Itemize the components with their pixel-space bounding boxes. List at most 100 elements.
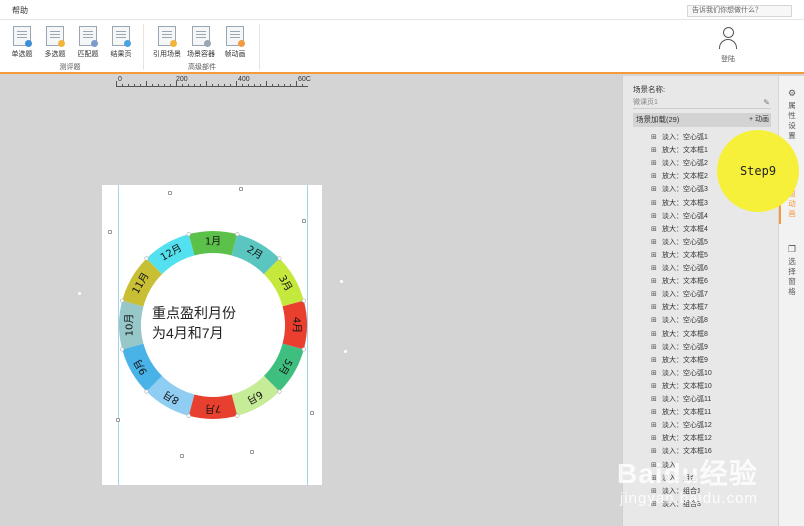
scene-container-button[interactable]: 场景容器	[186, 26, 216, 59]
selection-handle[interactable]	[116, 418, 120, 422]
scene-name-input[interactable]: 微课页1	[633, 97, 771, 109]
animation-type-icon: ⊞	[651, 343, 657, 351]
animation-item-label: 放大：文本框7	[662, 304, 708, 312]
animation-item[interactable]: ⊞ 淡入：空心弧8	[651, 314, 708, 327]
ribbon-divider	[143, 24, 144, 70]
menu-help[interactable]: 帮助	[12, 5, 28, 16]
animation-type-icon: ⊞	[651, 435, 657, 443]
animation-item[interactable]: ⊞ 放大：文本框8	[651, 328, 708, 341]
animation-item[interactable]: ⊞ 淡入：空心弧10	[651, 367, 712, 380]
selection-handle[interactable]	[168, 191, 172, 195]
animation-type-icon: ⊞	[651, 330, 657, 338]
animation-item[interactable]: ⊞ 淡入：空心弧11	[651, 393, 711, 406]
gear-icon: ⚙	[787, 88, 797, 98]
animation-list-header[interactable]: 场景加载(29) + 动画	[633, 113, 771, 127]
ribbon-divider	[259, 24, 260, 70]
animation-item-label: 放大：文本框1	[662, 147, 708, 155]
animation-item[interactable]: ⊞ 淡入：空心弧3	[651, 183, 708, 196]
result-page-button[interactable]: 结果页	[106, 26, 136, 59]
user-icon	[717, 26, 739, 50]
animation-item-label: 放大：文本框4	[662, 225, 708, 233]
ring-node	[301, 298, 306, 303]
animation-item[interactable]: ⊞ 淡入：空心弧4	[651, 210, 708, 223]
center-text-box[interactable]: 重点盈利月份 为4月和7月	[152, 303, 272, 343]
horizontal-ruler: 0 200 400 60C	[116, 76, 311, 87]
result-page-icon	[112, 26, 131, 47]
animation-item-label: 放大：文本框3	[662, 199, 708, 207]
animation-type-icon: ⊞	[651, 356, 657, 364]
animation-item-label: 淡入：空心弧1	[662, 134, 708, 141]
animation-item[interactable]: ⊞ 放大：文本框7	[651, 301, 708, 314]
animation-item[interactable]: ⊞ 放大：文本框11	[651, 406, 711, 419]
ring-node	[235, 413, 240, 418]
animation-type-icon: ⊞	[651, 225, 657, 233]
reference-scene-button[interactable]: 引用场景	[152, 26, 182, 59]
tab-selection-pane[interactable]: ❐ 选择窗格	[779, 244, 804, 297]
selection-handle[interactable]	[302, 219, 306, 223]
ring-node	[144, 389, 149, 394]
animation-item[interactable]: ⊞ 淡入：空心弧9	[651, 341, 708, 354]
animation-item[interactable]: ⊞ 淡入：空心弧7	[651, 288, 708, 301]
group-label-advanced: 高级部件	[188, 64, 216, 71]
animation-item-label: 淡入：空心弧8	[662, 317, 708, 325]
center-text-line: 为4月和7月	[152, 325, 224, 341]
animation-item[interactable]: ⊞ 放大：文本框5	[651, 249, 708, 262]
animation-type-icon: ⊞	[651, 147, 657, 155]
animation-item-label: 放大：文本框10	[662, 382, 712, 390]
animation-item[interactable]: ⊞ 淡入：空心弧5	[651, 236, 708, 249]
animation-type-icon: ⊞	[651, 409, 657, 417]
animation-type-icon: ⊞	[651, 369, 657, 377]
animation-item[interactable]: ⊞ 放大：文本框10	[651, 380, 712, 393]
month-label: 10月	[124, 314, 136, 337]
selection-handle[interactable]	[108, 230, 112, 234]
scene-container-icon	[192, 26, 211, 47]
animation-type-icon: ⊞	[651, 265, 657, 272]
stray-point	[340, 280, 343, 283]
animation-item-label: 放大：文本框8	[662, 330, 708, 338]
selection-handle[interactable]	[239, 187, 243, 191]
ring-node	[186, 413, 191, 418]
stray-point	[78, 292, 81, 295]
ruler-label: 400	[238, 76, 250, 83]
title-bar: 帮助 告诉我们你想做什么？	[0, 0, 804, 20]
animation-item[interactable]: ⊞ 淡入：空心弧6	[651, 262, 708, 275]
ribbon-group-quiz: 单选题 多选题 匹配题 结果页 测评题	[0, 22, 140, 72]
animation-item[interactable]: ⊞ 放大：文本框1	[651, 144, 708, 157]
animation-item-label: 淡入：空心弧3	[662, 186, 708, 194]
animation-item[interactable]: ⊞ 放大：文本框3	[651, 197, 708, 210]
animation-item-label: 放大：文本框6	[662, 278, 708, 286]
group-label-quiz: 测评题	[59, 64, 81, 71]
ring-node	[120, 347, 125, 352]
animation-item[interactable]: ⊞ 放大：文本框6	[651, 275, 708, 288]
ring-node	[120, 298, 125, 303]
add-animation-button[interactable]: + 动画	[749, 113, 769, 127]
selection-handle[interactable]	[250, 450, 254, 454]
multi-choice-button[interactable]: 多选题	[40, 26, 70, 59]
animation-item-label: 淡入：空心弧10	[662, 369, 712, 377]
animation-item-label: 淡入：空心弧11	[662, 396, 712, 403]
single-choice-icon	[13, 26, 32, 47]
animation-item[interactable]: ⊞ 放大：文本框4	[651, 223, 708, 236]
edit-icon[interactable]: ✎	[763, 98, 770, 107]
scene-name-label: 场景名称:	[633, 85, 666, 94]
selection-handle[interactable]	[180, 454, 184, 458]
frame-animation-button[interactable]: 帧动画	[220, 26, 250, 59]
animation-item[interactable]: ⊞ 淡入：空心弧2	[651, 157, 708, 170]
tab-properties[interactable]: ⚙ 属性设置	[779, 88, 804, 141]
login-button[interactable]: 登陆	[716, 26, 740, 64]
selection-handle[interactable]	[310, 411, 314, 415]
reference-scene-icon	[158, 26, 177, 47]
animation-item-label: 放大：文本框11	[662, 409, 712, 417]
animation-item[interactable]: ⊞ 淡入：空心弧1	[651, 131, 708, 144]
match-question-button[interactable]: 匹配题	[73, 26, 103, 59]
animation-item[interactable]: ⊞ 淡入：空心弧12	[651, 419, 712, 432]
single-choice-button[interactable]: 单选题	[7, 26, 37, 59]
animation-item-label: 淡入：空心弧5	[662, 238, 708, 246]
search-input[interactable]: 告诉我们你想做什么？	[687, 5, 792, 17]
ring-node	[277, 256, 282, 261]
multi-choice-icon	[46, 26, 65, 47]
animation-item[interactable]: ⊞ 放大：文本框12	[651, 432, 712, 445]
animation-item[interactable]: ⊞ 放大：文本框2	[651, 170, 708, 183]
animation-item[interactable]: ⊞ 放大：文本框9	[651, 354, 708, 367]
animation-type-icon: ⊞	[651, 382, 657, 390]
